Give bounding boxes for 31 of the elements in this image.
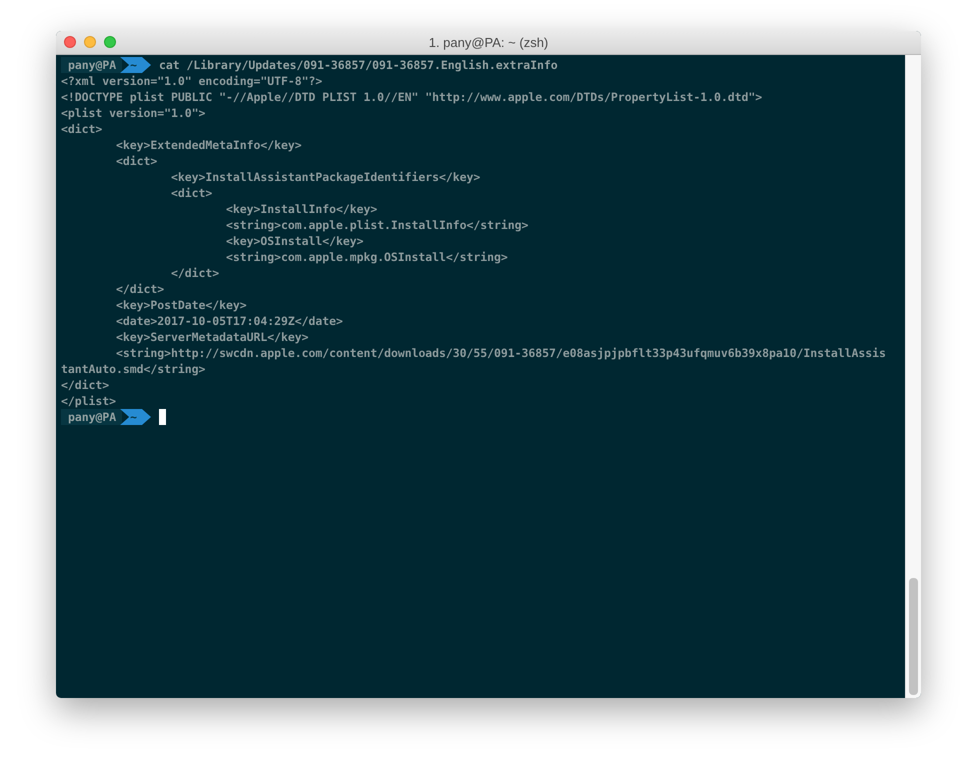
output-line: <string>com.apple.plist.InstallInfo</string>	[224, 217, 528, 233]
output-line: <!DOCTYPE plist PUBLIC "-//Apple//DTD PLIST 1.0//EN" "http://www.apple.com/DTDs/PropertyList-1.0.dtd">	[61, 89, 762, 105]
prompt-directory: ~	[120, 57, 151, 73]
scrollbar-thumb[interactable]	[909, 578, 918, 695]
output-line: <key>PostDate</key>	[115, 297, 247, 313]
output-line: <key>InstallInfo</key>	[224, 201, 378, 217]
output-line: <?xml version="1.0" encoding="UTF-8"?>	[61, 73, 322, 89]
output-line: </dict>	[61, 377, 110, 393]
output-line: <key>ServerMetadataURL</key>	[115, 329, 308, 345]
output-line: <plist version="1.0">	[61, 105, 206, 121]
output-line: <string>com.apple.mpkg.OSInstall</string>	[224, 249, 508, 265]
output-line: <key>ExtendedMetaInfo</key>	[115, 137, 302, 153]
output-line: <string>http://swcdn.apple.com/content/downloads/30/55/091-36857/e08asjpjpbflt33p43ufqmuv6b39x8pa10/InstallAssis	[115, 345, 886, 361]
prompt-user: pany@PA	[61, 409, 122, 425]
output-line: </dict>	[115, 281, 164, 297]
output-line: <date>2017-10-05T17:04:29Z</date>	[115, 313, 343, 329]
minimize-icon[interactable]	[84, 36, 96, 48]
output-line: <key>InstallAssistantPackageIdentifiers</key>	[170, 169, 480, 185]
prompt-user: pany@PA	[61, 57, 122, 73]
prompt-directory: ~	[120, 409, 151, 425]
output-line: <dict>	[115, 153, 158, 169]
output-line: <dict>	[61, 121, 102, 137]
output-line: tantAuto.smd</string>	[61, 361, 206, 377]
output-line: <key>OSInstall</key>	[224, 233, 364, 249]
output-line: </plist>	[61, 393, 116, 409]
window-title: 1. pany@PA: ~ (zsh)	[428, 35, 548, 50]
output-line: <dict>	[170, 185, 212, 201]
command-text: cat /Library/Updates/091-36857/091-36857.English.extraInfo	[159, 57, 558, 73]
close-icon[interactable]	[64, 36, 76, 48]
zoom-icon[interactable]	[104, 36, 116, 48]
output-line: </dict>	[170, 265, 220, 281]
